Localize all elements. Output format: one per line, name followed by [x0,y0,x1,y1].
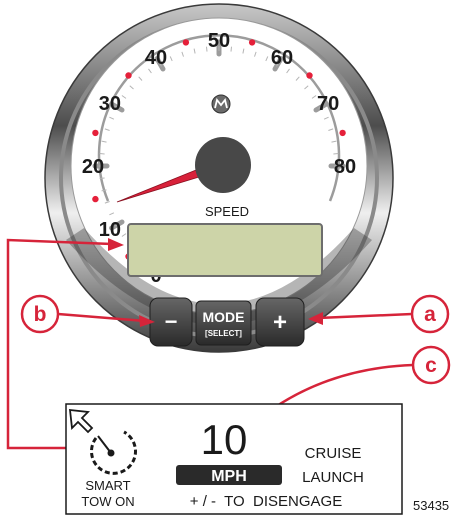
scale-dot [182,39,190,46]
scale-label-10: 10 [99,219,121,241]
disengage-instruction: + / - TO DISENGAGE [190,493,342,510]
speed-label: SPEED [205,204,249,219]
minus-button-label: − [165,309,178,334]
callout-a-letter: a [424,303,436,326]
display-launch: LAUNCH [302,469,364,486]
scale-dot [306,72,313,79]
scale-dot [248,39,256,46]
scale-dot [92,195,99,203]
callout-c-letter: c [425,354,437,377]
minor-tick [99,153,105,155]
unit-label: MPH [211,468,247,485]
smart-tow-line2: TOW ON [81,494,134,509]
minor-tick [333,153,339,155]
plus-button-label: + [273,309,287,336]
minor-tick [230,46,232,52]
display-cruise: CRUISE [305,445,362,462]
scale-label-60: 60 [271,47,293,69]
scale-dot [92,129,99,137]
figure-number: 53435 [413,498,449,513]
scale-label-40: 40 [145,47,167,69]
gauge-diagram: 01020304050607080 SPEED − MODE [SELECT] … [6,3,451,515]
mode-button-label: MODE [203,309,245,325]
mode-button-sublabel: [SELECT] [205,329,242,338]
scale-label-20: 20 [82,156,104,178]
smart-tow-line1: SMART [85,478,130,493]
scale-dot [125,72,132,79]
display-value: 10 [201,416,248,463]
brand-logo-icon [211,94,231,114]
scale-label-80: 80 [334,156,356,178]
needle-hub [195,137,251,193]
minor-tick [99,177,105,179]
scale-label-50: 50 [208,30,230,52]
lcd-screen [127,223,323,277]
scale-label-70: 70 [317,93,339,115]
callout-a-line [317,312,413,320]
scale-dot [339,129,346,137]
scale-label-30: 30 [99,93,121,115]
callout-b-letter: b [34,303,47,326]
